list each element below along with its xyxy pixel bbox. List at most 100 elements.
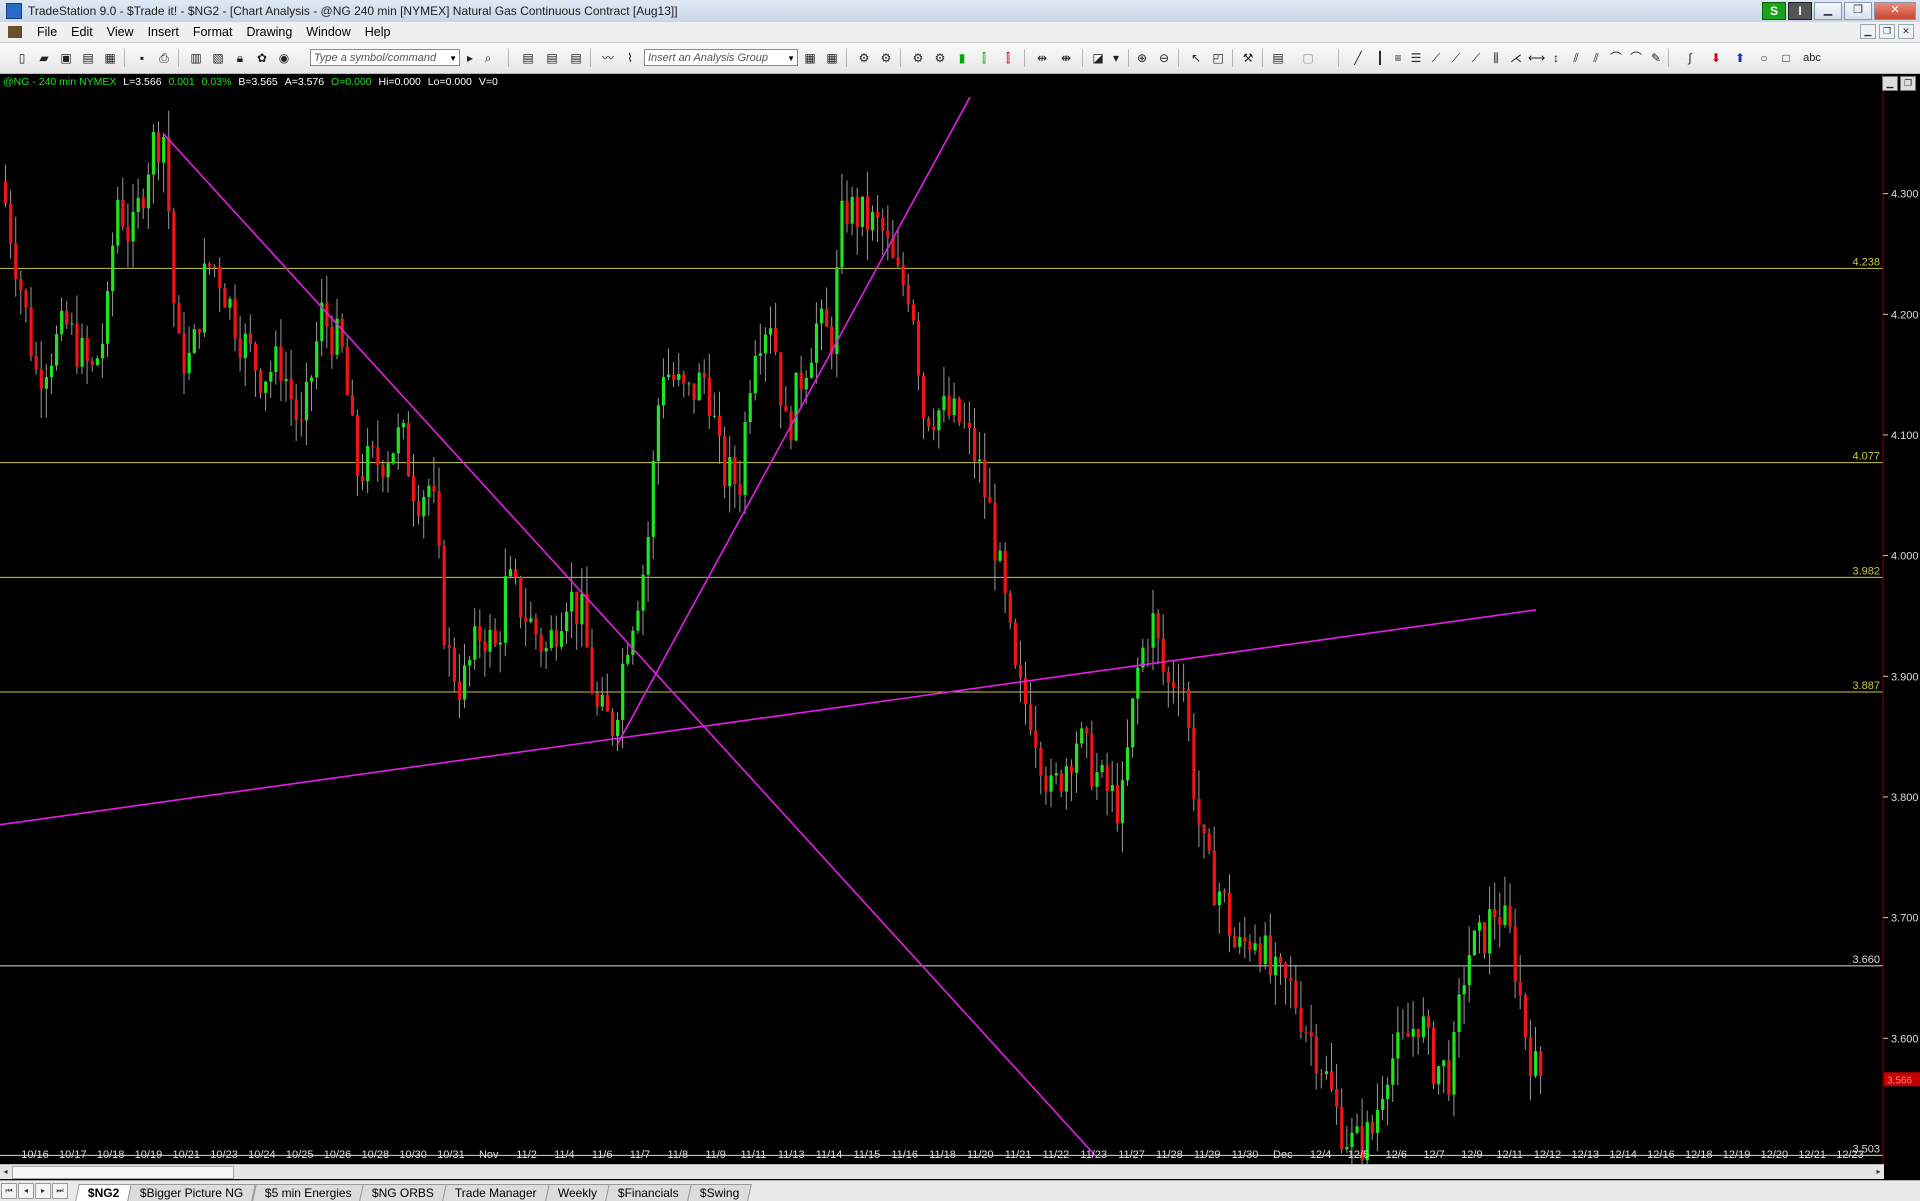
chart-horizontal-scrollbar[interactable]: ◂ ▸: [0, 1164, 1884, 1179]
gann-fan-icon[interactable]: ⟋: [1468, 50, 1484, 66]
price-range-icon[interactable]: ↕: [1548, 50, 1564, 66]
go-arrow-icon[interactable]: ▸: [462, 50, 478, 66]
color-palette-icon[interactable]: ✿: [254, 50, 270, 66]
bar-chart-style-icon[interactable]: ▮: [954, 50, 970, 66]
regression-channel-icon[interactable]: ⫽: [1588, 50, 1604, 66]
menu-help[interactable]: Help: [358, 25, 398, 39]
arrow-down-tool-icon[interactable]: ⬇: [1708, 50, 1724, 66]
symbol-lookup-icon[interactable]: ⌕: [480, 50, 496, 66]
parallel-lines-icon[interactable]: ⫽: [1568, 50, 1584, 66]
print-icon[interactable]: ⎙: [156, 50, 172, 66]
bar-spacing-decrease-icon[interactable]: ⇼: [1058, 50, 1074, 66]
analysis-save-icon[interactable]: ▦: [802, 50, 818, 66]
window-link-icon[interactable]: ▥: [188, 50, 204, 66]
menu-window[interactable]: Window: [299, 25, 357, 39]
world-icon[interactable]: ◉: [276, 50, 292, 66]
open-folder-icon[interactable]: ▰: [36, 50, 52, 66]
insert-indicator-icon[interactable]: ⚙: [910, 50, 926, 66]
mdi-minimize-icon[interactable]: ▁: [1860, 24, 1876, 39]
data-window-icon[interactable]: ◰: [1210, 50, 1226, 66]
new-workspace-icon[interactable]: ▤: [80, 50, 96, 66]
chevron-down-icon[interactable]: ▼: [449, 50, 457, 67]
ellipse-tool-icon[interactable]: ○: [1756, 50, 1772, 66]
menu-view[interactable]: View: [100, 25, 141, 39]
candlestick-style-icon[interactable]: ⫿: [976, 50, 992, 66]
strategy-status-badge[interactable]: S: [1762, 2, 1786, 20]
close-window-icon[interactable]: ✕: [1874, 2, 1916, 20]
hollow-candle-style-icon[interactable]: ⫿: [1000, 50, 1016, 66]
time-zones-icon[interactable]: ⫼: [1488, 50, 1504, 66]
rectangle-tool-icon[interactable]: □: [1778, 50, 1794, 66]
andrews-pitchfork-icon[interactable]: ⋌: [1508, 50, 1524, 66]
tab-swing[interactable]: $Swing: [687, 1184, 753, 1201]
save-icon[interactable]: ▪: [134, 50, 150, 66]
fibonacci-fan-icon[interactable]: ⟋: [1428, 50, 1444, 66]
trendline[interactable]: [616, 96, 971, 746]
zoom-in-icon[interactable]: ⊕: [1134, 50, 1150, 66]
tab-ng-orbs[interactable]: $NG ORBS: [359, 1184, 448, 1201]
format-analysis-icon[interactable]: ⚙: [856, 50, 872, 66]
menu-app-icon[interactable]: [8, 26, 22, 38]
trendline-tool-icon[interactable]: ╱: [1350, 50, 1366, 66]
freehand-line-icon[interactable]: ∫: [1682, 50, 1698, 66]
zoom-out-icon[interactable]: ⊖: [1156, 50, 1172, 66]
price-chart[interactable]: 4.2384.0773.9823.8873.6603.503 4.3004.20…: [0, 74, 1920, 1164]
format-window-icon[interactable]: ⚙: [878, 50, 894, 66]
time-cycles-icon[interactable]: ⟷: [1528, 50, 1545, 66]
bar-spacing-increase-icon[interactable]: ⇹: [1034, 50, 1050, 66]
analysis-remove-icon[interactable]: ▦: [824, 50, 840, 66]
tab-5min-energies[interactable]: $5 min Energies: [251, 1184, 365, 1201]
chart-minimize-icon[interactable]: ▁: [1882, 76, 1898, 91]
retracement-tool-icon[interactable]: ⌒: [1628, 50, 1644, 66]
lock-icon[interactable]: 🔒︎: [232, 50, 248, 66]
chevron-down-icon[interactable]: ▼: [787, 50, 795, 67]
chart-window-icon[interactable]: ▤: [520, 50, 536, 66]
scrollbar-thumb[interactable]: [12, 1166, 234, 1179]
refresh-window-icon[interactable]: ▧: [210, 50, 226, 66]
mdi-close-icon[interactable]: ✕: [1898, 24, 1914, 39]
indicator-status-badge[interactable]: I: [1788, 2, 1812, 20]
chevron-down-icon[interactable]: ▾: [1108, 50, 1124, 66]
trendline[interactable]: [0, 609, 1537, 826]
save-all-icon[interactable]: ▣: [58, 50, 74, 66]
fibonacci-retracement-icon[interactable]: ☰: [1408, 50, 1424, 66]
text-tool-icon[interactable]: abc: [1800, 50, 1824, 66]
tab-ng2[interactable]: $NG2: [75, 1184, 133, 1201]
new-file-icon[interactable]: ▯: [14, 50, 30, 66]
tab-last-icon[interactable]: ⏭: [52, 1183, 68, 1199]
tab-bigger-picture-ng[interactable]: $Bigger Picture NG: [127, 1184, 257, 1201]
arcs-tool-icon[interactable]: ⌒: [1608, 50, 1624, 66]
minimize-window-icon[interactable]: ▁: [1814, 2, 1842, 20]
chart-restore-icon[interactable]: ❐: [1900, 76, 1916, 91]
menu-format[interactable]: Format: [186, 25, 240, 39]
background-color-icon[interactable]: ◪: [1090, 50, 1106, 66]
tab-trade-manager[interactable]: Trade Manager: [442, 1184, 550, 1201]
vertical-line-tool-icon[interactable]: ┃: [1372, 50, 1388, 66]
menu-file[interactable]: File: [30, 25, 64, 39]
matrix-icon[interactable]: ▤: [568, 50, 584, 66]
analysis-group-icon[interactable]: 〰: [600, 50, 616, 66]
insert-strategy-icon[interactable]: ⚙: [932, 50, 948, 66]
drawing-object-list-icon[interactable]: ▤: [1270, 50, 1286, 66]
trendlines-layer[interactable]: [0, 96, 1537, 1156]
tab-prev-icon[interactable]: ◂: [18, 1183, 34, 1199]
menu-drawing[interactable]: Drawing: [239, 25, 299, 39]
arrow-up-tool-icon[interactable]: ⬆: [1732, 50, 1748, 66]
menu-edit[interactable]: Edit: [64, 25, 100, 39]
tools-hammer-icon[interactable]: ⚒: [1240, 50, 1256, 66]
restore-window-icon[interactable]: ❐: [1844, 2, 1872, 20]
tab-first-icon[interactable]: ⏮: [1, 1183, 17, 1199]
pen-tool-icon[interactable]: ✎: [1648, 50, 1664, 66]
scroll-left-icon[interactable]: ◂: [0, 1166, 11, 1177]
strategy-icon[interactable]: ⌇: [622, 50, 638, 66]
pointer-icon[interactable]: ↖: [1188, 50, 1204, 66]
horizontal-lines-tool-icon[interactable]: ≡: [1390, 50, 1406, 66]
menu-insert[interactable]: Insert: [141, 25, 186, 39]
mdi-restore-icon[interactable]: ❐: [1879, 24, 1895, 39]
open-workspace-icon[interactable]: ▦: [102, 50, 118, 66]
speed-lines-icon[interactable]: ⟋: [1448, 50, 1464, 66]
symbol-command-input[interactable]: Type a symbol/command ▼: [310, 49, 460, 66]
analysis-group-select[interactable]: Insert an Analysis Group ▼: [644, 49, 798, 66]
trendline[interactable]: [162, 132, 1096, 1156]
radar-screen-icon[interactable]: ▤: [544, 50, 560, 66]
